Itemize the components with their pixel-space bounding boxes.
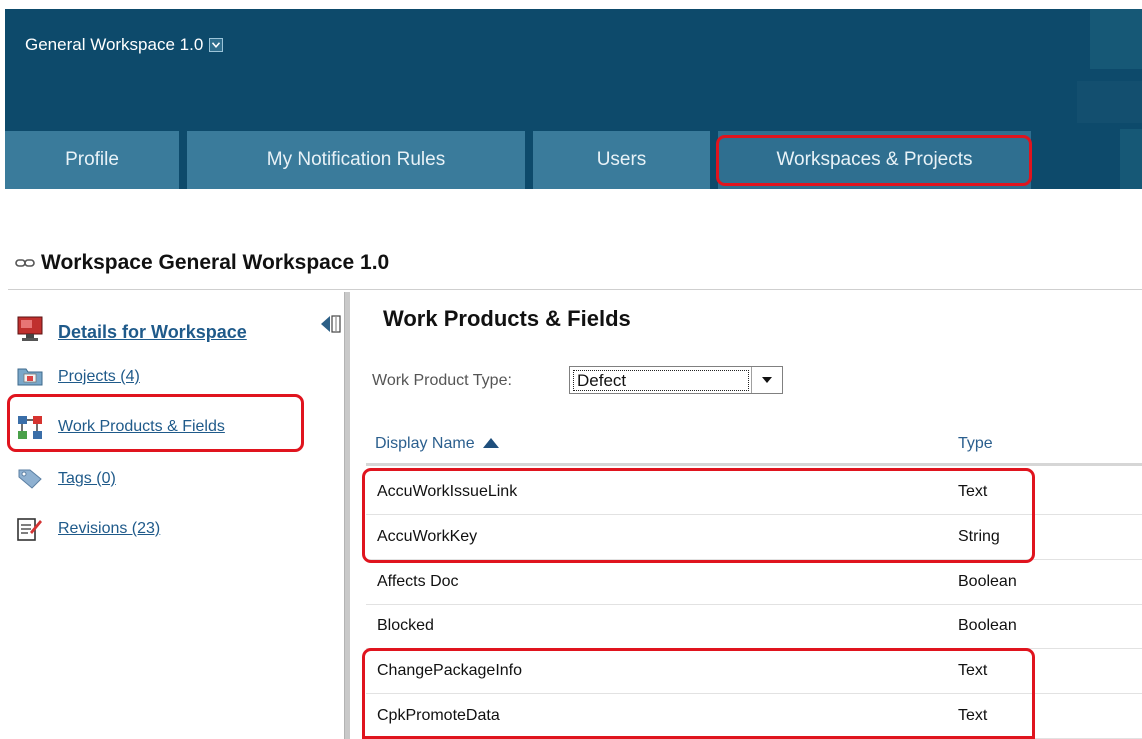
sort-ascending-icon — [482, 435, 499, 453]
tab-profile[interactable]: Profile — [5, 131, 179, 189]
workspace-title: General Workspace 1.0 — [25, 35, 204, 54]
row-type: Text — [958, 662, 988, 679]
sidebar-item-label[interactable]: Work Products & Fields — [58, 418, 225, 436]
table-row[interactable]: AccuWorkKey String — [366, 515, 1142, 560]
chevron-down-icon[interactable] — [751, 367, 782, 393]
tab-label: Workspaces & Projects — [776, 149, 973, 170]
sidebar-item-label[interactable]: Projects (4) — [58, 368, 140, 386]
chevron-down-icon[interactable] — [209, 38, 224, 52]
table-row[interactable]: CpkPromoteData Text — [366, 694, 1142, 739]
row-type: String — [958, 528, 1000, 545]
row-name: Blocked — [377, 617, 434, 634]
link-icon — [15, 251, 35, 275]
sidebar-item-label[interactable]: Tags (0) — [58, 470, 116, 488]
column-header-label: Type — [958, 435, 993, 452]
row-type: Text — [958, 483, 988, 500]
tag-icon — [16, 466, 44, 492]
column-header-display-name[interactable]: Display Name — [375, 435, 499, 453]
sidebar-item-revisions[interactable]: Revisions (23) — [16, 516, 160, 542]
tab-workspaces-projects[interactable]: Workspaces & Projects — [718, 131, 1031, 189]
row-name: AccuWorkKey — [377, 528, 478, 545]
row-name: AccuWorkIssueLink — [377, 483, 518, 500]
row-type: Boolean — [958, 573, 1017, 590]
sidebar-item-label[interactable]: Details for Workspace — [58, 322, 247, 343]
tab-my-notification-rules[interactable]: My Notification Rules — [187, 131, 525, 189]
column-header-type[interactable]: Type — [958, 435, 993, 453]
panel-splitter[interactable] — [344, 292, 350, 739]
row-type: Boolean — [958, 617, 1017, 634]
tab-label: Users — [596, 149, 647, 170]
sidebar-item-label[interactable]: Revisions (23) — [58, 520, 160, 538]
tab-label: My Notification Rules — [266, 149, 446, 170]
workspace-selector[interactable]: General Workspace 1.0 — [25, 35, 224, 55]
work-product-type-label: Work Product Type: — [372, 372, 512, 389]
section-title: Work Products & Fields — [383, 306, 631, 331]
column-header-label: Display Name — [375, 435, 475, 452]
sidebar-item-tags[interactable]: Tags (0) — [16, 466, 116, 492]
title-divider — [8, 289, 1142, 290]
table-row[interactable]: AccuWorkIssueLink Text — [366, 470, 1142, 515]
header-decoration — [1077, 81, 1142, 123]
table-row[interactable]: Affects Doc Boolean — [366, 560, 1142, 605]
page-title: Workspace General Workspace 1.0 — [15, 251, 389, 275]
work-product-type-value: Defect — [573, 369, 749, 391]
row-type: Text — [958, 707, 988, 724]
edit-document-icon — [16, 516, 44, 542]
row-name: Affects Doc — [377, 573, 459, 590]
table-row[interactable]: ChangePackageInfo Text — [366, 649, 1142, 694]
sidebar-item-work-products-fields[interactable]: Work Products & Fields — [16, 414, 225, 440]
work-product-type-select[interactable]: Defect — [569, 366, 783, 394]
workspace-monitor-icon — [16, 315, 44, 341]
sidebar-item-details[interactable]: Details for Workspace — [16, 312, 247, 343]
page-title-text: Workspace General Workspace 1.0 — [41, 251, 390, 274]
table-row[interactable]: Blocked Boolean — [366, 604, 1142, 649]
tab-users[interactable]: Users — [533, 131, 710, 189]
hierarchy-icon — [16, 414, 44, 440]
row-name: ChangePackageInfo — [377, 662, 522, 679]
header-decoration — [1090, 9, 1142, 69]
row-name: CpkPromoteData — [377, 707, 500, 724]
folder-icon — [16, 364, 44, 390]
collapse-left-icon[interactable] — [320, 314, 342, 339]
header-decoration — [1120, 129, 1142, 189]
app-header: General Workspace 1.0 Profile My Notific… — [5, 9, 1142, 189]
table-header-divider — [366, 463, 1142, 466]
tab-label: Profile — [65, 149, 119, 170]
sidebar-item-projects[interactable]: Projects (4) — [16, 364, 140, 390]
